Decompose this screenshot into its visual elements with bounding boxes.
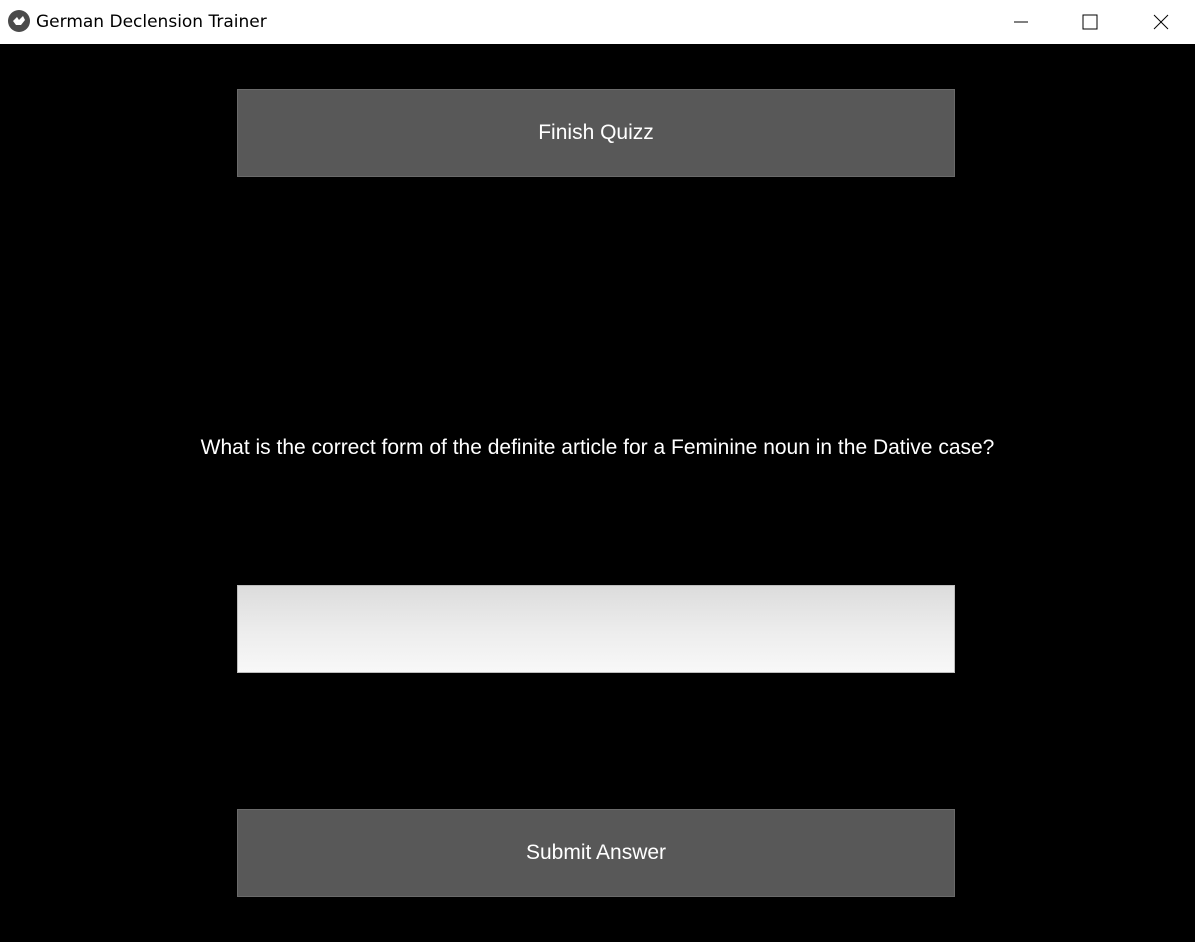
- finish-quiz-button[interactable]: Finish Quizz: [237, 89, 955, 177]
- app-logo-icon: [8, 10, 30, 32]
- minimize-button[interactable]: [998, 0, 1044, 44]
- app-window: German Declension Trainer Finish Quizz W…: [0, 0, 1195, 942]
- answer-input[interactable]: [237, 585, 955, 673]
- submit-answer-button[interactable]: Submit Answer: [237, 809, 955, 897]
- close-icon: [1153, 14, 1169, 30]
- maximize-button[interactable]: [1067, 0, 1113, 44]
- quiz-screen: Finish Quizz What is the correct form of…: [0, 44, 1195, 942]
- minimize-icon: [1014, 21, 1028, 23]
- title-bar: German Declension Trainer: [0, 0, 1195, 44]
- maximize-icon: [1082, 14, 1098, 30]
- question-text: What is the correct form of the definite…: [200, 436, 995, 459]
- close-button[interactable]: [1138, 0, 1184, 44]
- window-title: German Declension Trainer: [36, 12, 267, 32]
